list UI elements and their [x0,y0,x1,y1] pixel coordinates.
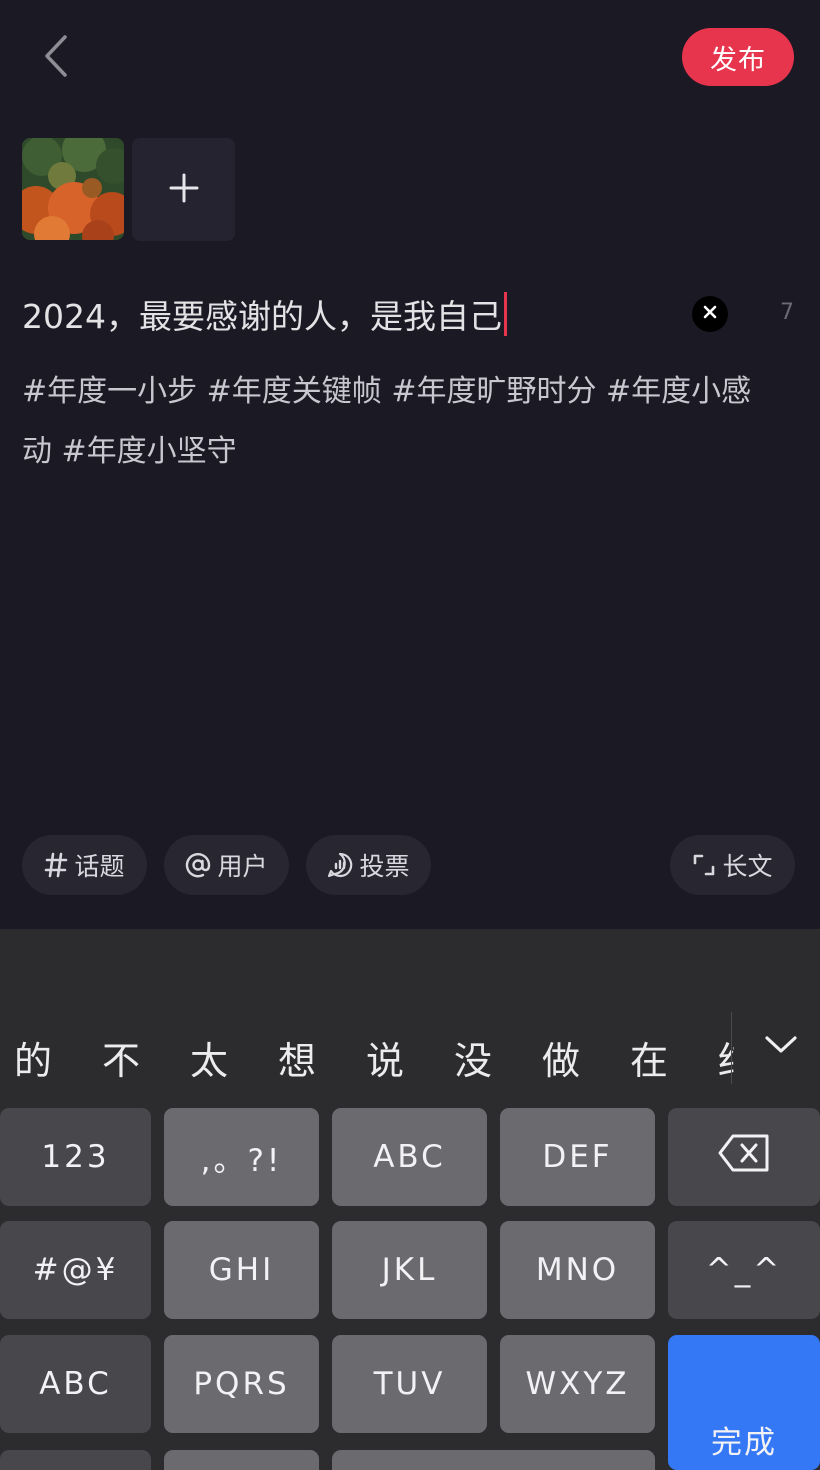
title-input[interactable]: 2024，最要感谢的人，是我自己 [22,290,507,338]
key-backspace[interactable] [668,1108,820,1206]
key-label: #@¥ [32,1252,119,1288]
backspace-icon [717,1133,771,1181]
at-icon [185,852,211,878]
key-ghi[interactable]: GHI [164,1221,319,1319]
vote-button[interactable]: 投票 [306,835,431,895]
expand-candidates-button[interactable] [758,1024,804,1070]
candidate-word[interactable]: 做 [542,1030,630,1085]
candidate-list: 的 不 太 想 说 没 做 在 结 [14,1030,734,1085]
close-icon [702,304,718,324]
selected-photo-thumbnail[interactable] [22,138,124,240]
character-count: 7 [780,300,794,325]
long-text-label: 长文 [722,852,773,881]
key-mno[interactable]: MNO [500,1221,655,1319]
body-line: 动 #年度小坚守 [22,434,237,469]
space-key[interactable] [332,1450,655,1470]
vote-label: 投票 [359,852,410,881]
key-tuv[interactable]: TUV [332,1335,487,1433]
title-text: 2024，最要感谢的人，是我自己 [22,297,502,336]
candidate-word[interactable]: 的 [14,1030,102,1085]
key-label: TUV [373,1366,446,1402]
key-punctuation[interactable]: ,。?! [164,1108,319,1206]
keyboard-top-bar [0,929,820,999]
key-abc[interactable]: ABC [332,1108,487,1206]
candidate-word[interactable]: 说 [366,1030,454,1085]
hashtag-icon [44,852,68,878]
key-label: PQRS [193,1366,290,1402]
key-label: GHI [208,1252,275,1288]
user-label: 用户 [217,852,268,881]
body-input[interactable]: #年度一小步 #年度关键帧 #年度旷野时分 #年度小感 动 #年度小坚守 [22,362,792,482]
key-pqrs[interactable]: PQRS [164,1335,319,1433]
key-symbols[interactable]: #@¥ [0,1221,151,1319]
publish-button[interactable]: 发布 [682,28,794,86]
key-label: DEF [542,1139,613,1175]
add-media-button[interactable] [132,138,235,241]
post-editor-screen: 发布 2024，最要感谢的人，是我自己 7 #年度一小步 #年度关键帧 #年度旷… [0,0,820,1470]
key-def[interactable]: DEF [500,1108,655,1206]
text-caret [503,292,507,336]
back-button[interactable] [30,30,80,86]
mention-user-button[interactable]: 用户 [164,835,289,895]
key-label: JKL [381,1252,438,1288]
key-label: ^_^ [705,1252,783,1288]
candidate-divider [731,1012,732,1084]
clear-title-button[interactable] [692,296,728,332]
long-text-button[interactable]: 长文 [670,835,795,895]
key-label: ABC [373,1139,446,1175]
expand-icon [692,853,716,877]
key-jkl[interactable]: JKL [332,1221,487,1319]
chevron-down-icon [764,1035,798,1059]
candidate-word[interactable]: 想 [278,1030,366,1085]
topic-button[interactable]: 话题 [22,835,147,895]
key-wxyz[interactable]: WXYZ [500,1335,655,1433]
key-abc-switch[interactable]: ABC [0,1335,151,1433]
key-partial[interactable] [0,1450,151,1470]
body-line: #年度一小步 #年度关键帧 #年度旷野时分 #年度小感 [22,374,752,409]
plus-icon [169,173,199,207]
key-partial[interactable] [164,1450,319,1470]
key-label: 123 [41,1139,110,1175]
done-key[interactable]: 完成 [668,1335,820,1470]
poll-icon [327,852,353,878]
key-label: MNO [535,1252,620,1288]
candidate-word[interactable]: 太 [190,1030,278,1085]
key-label: WXYZ [525,1366,630,1402]
key-label: ,。?! [200,1142,283,1179]
topic-label: 话题 [74,852,125,881]
key-label: ABC [39,1366,112,1402]
key-emoticon[interactable]: ^_^ [668,1221,820,1319]
candidate-word[interactable]: 没 [454,1030,542,1085]
key-123[interactable]: 123 [0,1108,151,1206]
candidate-word[interactable]: 在 [630,1030,718,1085]
chevron-left-icon [41,33,69,83]
key-label: 完成 [711,1425,777,1461]
candidate-word[interactable]: 不 [102,1030,190,1085]
